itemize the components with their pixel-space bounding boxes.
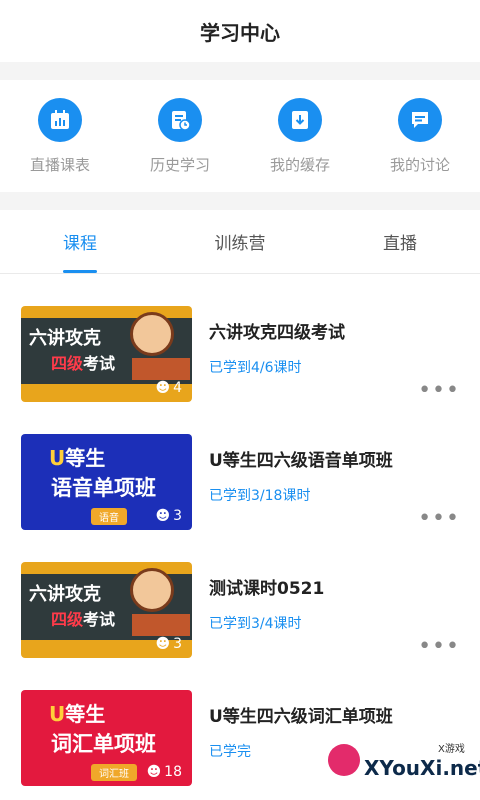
learner-count: ☻ 4 [155,380,182,396]
course-info: 六讲攻克四级考试 已学到4/6课时 [209,306,345,434]
course-thumbnail: 六讲攻克 四级考试 ☻ 4 [21,306,192,402]
course-progress: 已学到4/6课时 [209,360,302,376]
desk-illustration [132,614,190,636]
thumbnail-title: 六讲攻克 [29,328,101,349]
more-options-icon[interactable]: ••• [418,506,460,531]
shortcut-label: 历史学习 [149,156,210,174]
shortcut-live-schedule[interactable]: 直播课表 [0,80,120,192]
people-icon: ☻ [155,636,171,652]
section-divider [0,192,480,210]
site-watermark: X游戏 XYouXi.net [320,736,480,796]
course-info: 测试课时0521 已学到3/4课时 [209,562,324,690]
history-doc-icon [158,98,202,142]
download-icon [278,98,322,142]
course-thumbnail: U等生 语音单项班 语音 ☻ 3 [21,434,192,530]
section-divider [0,62,480,80]
shortcut-discussion[interactable]: 我的讨论 [360,80,480,192]
shortcut-history[interactable]: 历史学习 [120,80,240,192]
watermark-logo-icon [328,744,360,776]
watermark-text: XYouXi.net [364,756,480,780]
people-icon: ☻ [155,508,171,524]
tab-bar: 课程 训练营 直播 [0,210,480,274]
app-header: 学习中心 [0,0,480,62]
thumbnail-logo: U等生 [49,702,106,726]
calendar-chart-icon [38,98,82,142]
thumbnail-tag: 语音 [91,508,127,525]
course-name: 六讲攻克四级考试 [209,323,345,343]
course-item[interactable]: U等生 语音单项班 语音 ☻ 3 U等生四六级语音单项班 已学到3/18课时 ••… [0,434,480,562]
watermark-small-text: X游戏 [438,744,465,755]
shortcut-cache[interactable]: 我的缓存 [240,80,360,192]
thumbnail-title: 词汇单项班 [51,732,156,756]
tab-live[interactable]: 直播 [320,210,480,273]
tab-training-camp[interactable]: 训练营 [160,210,320,273]
shortcut-label: 我的缓存 [269,156,330,174]
thumbnail-subtitle: 四级考试 [51,354,116,373]
shortcut-bar: 直播课表 历史学习 我的缓存 我的讨论 [0,80,480,192]
course-progress: 已学到3/18课时 [209,488,311,504]
tab-courses[interactable]: 课程 [0,210,160,273]
shortcut-label: 直播课表 [29,156,90,174]
thumbnail-tag: 词汇班 [91,764,137,781]
student-illustration [130,312,174,356]
course-list: 六讲攻克 四级考试 ☻ 4 六讲攻克四级考试 已学到4/6课时 ••• U等生 语… [0,274,480,800]
thumbnail-title: 六讲攻克 [29,584,101,605]
course-name: U等生四六级语音单项班 [209,451,393,471]
learner-count: ☻ 3 [155,636,182,652]
people-icon: ☻ [155,380,171,396]
course-progress: 已学到3/4课时 [209,616,302,632]
course-name: 测试课时0521 [209,579,325,599]
course-thumbnail: 六讲攻克 四级考试 ☻ 3 [21,562,192,658]
shortcut-label: 我的讨论 [389,156,450,174]
course-item[interactable]: 六讲攻克 四级考试 ☻ 3 测试课时0521 已学到3/4课时 ••• [0,562,480,690]
course-info: U等生四六级语音单项班 已学到3/18课时 [209,434,393,562]
student-illustration [130,568,174,612]
thumbnail-logo: U等生 [49,446,106,470]
more-options-icon[interactable]: ••• [418,378,460,403]
desk-illustration [132,358,190,380]
thumbnail-title: 语音单项班 [51,476,156,500]
learner-count: ☻ 3 [155,508,182,524]
course-thumbnail: U等生 词汇单项班 词汇班 ☻ 18 [21,690,192,786]
learner-count: ☻ 18 [146,764,182,780]
course-name: U等生四六级词汇单项班 [209,707,393,727]
thumbnail-subtitle: 四级考试 [51,610,116,629]
more-options-icon[interactable]: ••• [418,634,460,659]
comment-icon [398,98,442,142]
people-icon: ☻ [146,764,162,780]
page-title: 学习中心 [200,20,280,45]
course-item[interactable]: 六讲攻克 四级考试 ☻ 4 六讲攻克四级考试 已学到4/6课时 ••• [0,306,480,434]
